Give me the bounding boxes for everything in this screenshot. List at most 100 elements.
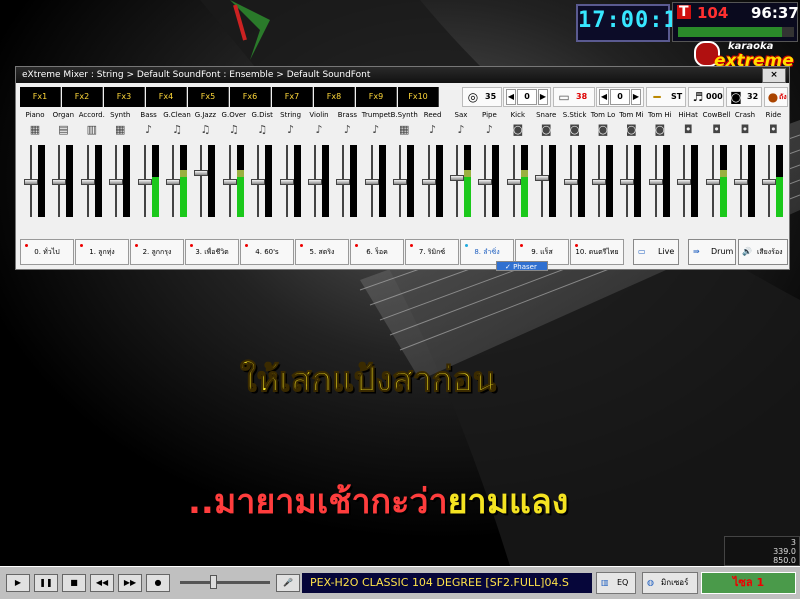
instrument-icon[interactable]: ♪ bbox=[141, 123, 157, 136]
fader-knob[interactable] bbox=[279, 179, 294, 186]
fx-button-9[interactable]: Fx9 bbox=[356, 87, 397, 107]
fader-knob[interactable] bbox=[194, 170, 209, 177]
transpose-up-button[interactable]: ▶ bbox=[538, 89, 548, 105]
dropdown-option-phaser[interactable]: ✓ Phaser bbox=[497, 262, 547, 271]
snare-control[interactable]: ▭ 38 bbox=[553, 87, 595, 107]
preset-button-3[interactable]: 3. เพื่อชีวิต bbox=[185, 239, 239, 265]
transpose-control[interactable]: ◀ 0 ▶ bbox=[503, 87, 551, 107]
fx-button-10[interactable]: Fx10 bbox=[398, 87, 439, 107]
fader-knob[interactable] bbox=[24, 179, 38, 186]
fader-knob[interactable] bbox=[648, 179, 663, 186]
fader-knob[interactable] bbox=[677, 179, 692, 186]
instrument-icon[interactable]: ♫ bbox=[254, 123, 270, 136]
instrument-icon[interactable]: ◙ bbox=[623, 123, 639, 136]
fader-knob[interactable] bbox=[251, 179, 266, 186]
instrument-icon[interactable]: ▤ bbox=[55, 123, 71, 136]
preset-button-6[interactable]: 6. ร็อค bbox=[350, 239, 404, 265]
mixer-titlebar[interactable]: eXtreme Mixer : String > Default SoundFo… bbox=[16, 67, 789, 83]
fx-button-3[interactable]: Fx3 bbox=[104, 87, 145, 107]
close-button[interactable]: × bbox=[762, 68, 786, 83]
fader-knob[interactable] bbox=[52, 179, 67, 186]
instrument-icon[interactable]: ♪ bbox=[368, 123, 384, 136]
fader-knob[interactable] bbox=[535, 174, 550, 181]
preset-button-2[interactable]: 2. ลูกกรุง bbox=[130, 239, 184, 265]
instrument-icon[interactable]: ♪ bbox=[283, 123, 299, 136]
instrument-icon[interactable]: ♪ bbox=[425, 123, 441, 136]
tom-control[interactable]: ◙ 32 bbox=[726, 87, 762, 107]
fader-knob[interactable] bbox=[478, 179, 493, 186]
fader-knob[interactable] bbox=[109, 179, 124, 186]
record-button[interactable]: ● bbox=[146, 574, 170, 592]
fader-knob[interactable] bbox=[592, 179, 606, 186]
extra-control[interactable]: ● ถัง bbox=[764, 87, 788, 107]
fader-track[interactable] bbox=[456, 145, 458, 217]
instrument-icon[interactable]: ♪ bbox=[453, 123, 469, 136]
pause-button[interactable]: ❚❚ bbox=[34, 574, 58, 592]
fader-knob[interactable] bbox=[450, 174, 464, 181]
preset-button-5[interactable]: 5. สตริง bbox=[295, 239, 349, 265]
preset-button-1[interactable]: 1. ลูกทุ่ง bbox=[75, 239, 129, 265]
instrument-icon[interactable]: ▦ bbox=[27, 123, 43, 136]
preset-button-0[interactable]: 0. ทั่วไป bbox=[20, 239, 74, 265]
fader-knob[interactable] bbox=[705, 179, 720, 186]
fast-forward-button[interactable]: ▶▶ bbox=[118, 574, 142, 592]
vocal-button[interactable]: 🔊 เสียงร้อง bbox=[738, 239, 788, 265]
st-control[interactable]: ━ ST bbox=[646, 87, 686, 107]
instrument-icon[interactable]: ◙ bbox=[595, 123, 611, 136]
instrument-icon[interactable]: ♫ bbox=[226, 123, 242, 136]
drum-button[interactable]: ⇛ Drum bbox=[688, 239, 736, 265]
fader-knob[interactable] bbox=[364, 179, 379, 186]
fader-track[interactable] bbox=[200, 145, 203, 217]
instrument-icon[interactable]: ▥ bbox=[84, 123, 100, 136]
transpose-down-button[interactable]: ◀ bbox=[506, 89, 516, 105]
instrument-icon[interactable]: ♫ bbox=[197, 123, 213, 136]
instrument-icon[interactable]: ♫ bbox=[169, 123, 185, 136]
play-button[interactable]: ▶ bbox=[6, 574, 30, 592]
instrument-icon[interactable]: ♪ bbox=[339, 123, 355, 136]
mic-button[interactable]: 🎤 bbox=[276, 574, 300, 592]
instrument-icon[interactable]: ▦ bbox=[396, 123, 412, 136]
fx-button-8[interactable]: Fx8 bbox=[314, 87, 355, 107]
key-control[interactable]: ◀ 0 ▶ bbox=[596, 87, 644, 107]
preset-button-10[interactable]: 10. ดนตรีไทย bbox=[570, 239, 624, 265]
fx-button-6[interactable]: Fx6 bbox=[230, 87, 271, 107]
fx-button-4[interactable]: Fx4 bbox=[146, 87, 187, 107]
stop-button[interactable]: ■ bbox=[62, 574, 86, 592]
fx-button-5[interactable]: Fx5 bbox=[188, 87, 229, 107]
instrument-icon[interactable]: ◙ bbox=[652, 123, 668, 136]
fader-track[interactable] bbox=[541, 145, 544, 217]
instrument-icon[interactable]: ♪ bbox=[311, 123, 327, 136]
fader-knob[interactable] bbox=[222, 179, 237, 186]
volume-slider-track[interactable] bbox=[180, 581, 270, 584]
preset-button-7[interactable]: 7. ริมิกซ์ bbox=[405, 239, 459, 265]
fader-knob[interactable] bbox=[336, 179, 351, 186]
key-up-button[interactable]: ▶ bbox=[631, 89, 641, 105]
instrument-icon[interactable]: ♪ bbox=[481, 123, 497, 136]
fader-knob[interactable] bbox=[506, 179, 521, 186]
instrument-icon[interactable]: ◘ bbox=[737, 123, 753, 136]
instrument-icon[interactable]: ◘ bbox=[709, 123, 725, 136]
fader-knob[interactable] bbox=[137, 179, 152, 186]
rewind-button[interactable]: ◀◀ bbox=[90, 574, 114, 592]
fader-knob[interactable] bbox=[762, 179, 777, 186]
fader-knob[interactable] bbox=[421, 179, 436, 186]
instrument-icon[interactable]: ◘ bbox=[680, 123, 696, 136]
fader-knob[interactable] bbox=[620, 179, 635, 186]
instrument-icon[interactable]: ◘ bbox=[765, 123, 781, 136]
preset-button-4[interactable]: 4. 60's bbox=[240, 239, 294, 265]
tempo-control[interactable]: ◎ 35 bbox=[462, 87, 502, 107]
live-button[interactable]: ▭ Live bbox=[633, 239, 679, 265]
instrument-icon[interactable]: ◙ bbox=[567, 123, 583, 136]
fx-button-1[interactable]: Fx1 bbox=[20, 87, 61, 107]
fader-knob[interactable] bbox=[80, 179, 95, 186]
eq-button[interactable]: ▥ EQ bbox=[596, 572, 636, 594]
instrument-icon[interactable]: ▦ bbox=[112, 123, 128, 136]
fader-knob[interactable] bbox=[734, 179, 748, 186]
fader-knob[interactable] bbox=[393, 179, 408, 186]
drum-control[interactable]: ♬ 000 bbox=[688, 87, 724, 107]
fader-knob[interactable] bbox=[563, 179, 578, 186]
fader-knob[interactable] bbox=[166, 179, 180, 186]
fader-knob[interactable] bbox=[308, 179, 322, 186]
instrument-icon[interactable]: ◙ bbox=[538, 123, 554, 136]
effect-dropdown[interactable]: ✓ Phaser bbox=[496, 261, 548, 271]
